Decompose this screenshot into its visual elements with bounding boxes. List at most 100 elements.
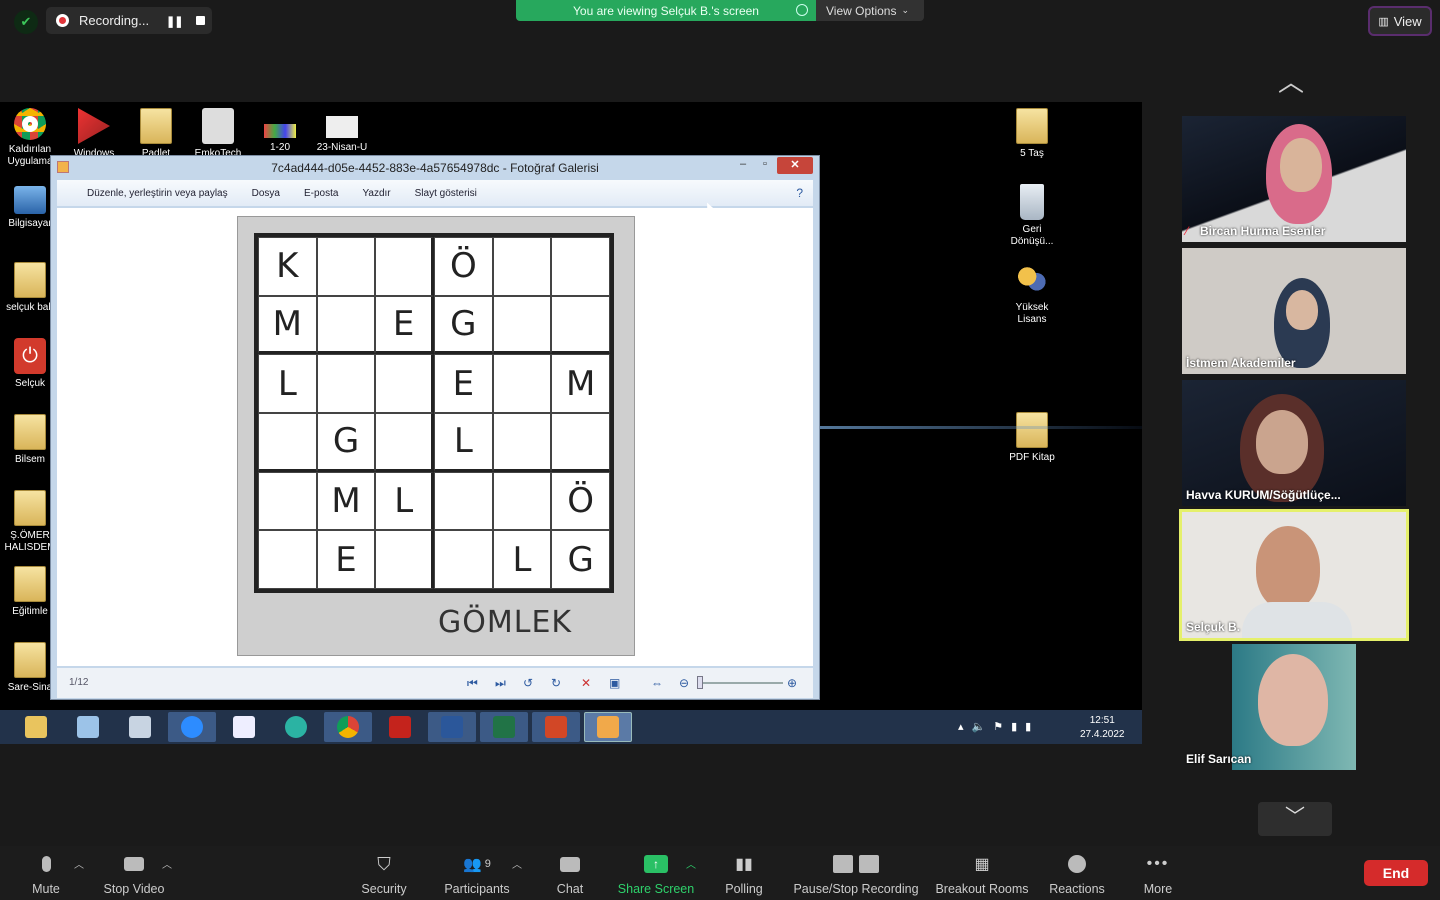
puzzle-cell: M: [551, 354, 610, 413]
folder-icon: [14, 262, 46, 298]
folder-icon: [14, 566, 46, 602]
puzzle-cell: E: [375, 295, 434, 355]
desktop-icon[interactable]: Yüksek Lisans: [1002, 262, 1062, 326]
puzzle-cell: [551, 237, 610, 296]
pause-recording-icon[interactable]: ❚❚: [166, 15, 183, 28]
mute-button[interactable]: Mute: [24, 852, 68, 896]
maximize-button[interactable]: ▫: [757, 158, 773, 174]
participant-name: İstmem Akademiler: [1186, 356, 1296, 370]
windows-media-icon: [78, 108, 110, 144]
breakout-rooms-button[interactable]: ▦ Breakout Rooms: [934, 852, 1030, 896]
menu-slideshow[interactable]: Slayt gösterisi: [415, 188, 477, 199]
taskbar-acrobat[interactable]: [376, 712, 424, 742]
fit-icon[interactable]: ⇔: [651, 676, 663, 690]
participant-tile[interactable]: İstmem Akademiler: [1182, 248, 1406, 374]
desktop-icon[interactable]: Padlet: [126, 108, 186, 160]
slideshow-icon[interactable]: ▣: [609, 676, 620, 690]
taskbar-clock[interactable]: 12:51 27.4.2022: [1080, 714, 1125, 742]
participant-tile-active-speaker[interactable]: Selçuk B.: [1179, 509, 1409, 641]
puzzle-cell: [492, 471, 552, 531]
taskbar-calculator[interactable]: [116, 712, 164, 742]
puzzle-cell: L: [258, 354, 317, 413]
system-tray-icons[interactable]: ▴🔈⚑▮▮: [958, 720, 1039, 733]
help-icon[interactable]: ?: [796, 186, 803, 200]
reactions-button[interactable]: Reactions: [1046, 852, 1108, 896]
folder-icon: [14, 490, 46, 526]
puzzle-cell: G: [434, 295, 493, 355]
zoom-in-icon[interactable]: ⊕: [787, 676, 797, 690]
desktop-icon[interactable]: Geri Dönüşü...: [1002, 184, 1062, 248]
view-button[interactable]: ▥ View: [1368, 6, 1432, 36]
chat-button[interactable]: Chat: [548, 852, 592, 896]
chrome-icon: [14, 108, 46, 140]
chevron-up-icon[interactable]: ︿: [686, 856, 696, 871]
next-icon[interactable]: ⏭: [495, 676, 506, 691]
zoom-out-icon[interactable]: ⊖: [679, 676, 689, 690]
desktop-icon[interactable]: Windows: [64, 108, 124, 160]
zoom-icon: [181, 716, 203, 738]
chevron-up-icon[interactable]: ︿: [512, 856, 522, 871]
menu-organize[interactable]: Düzenle, yerleştirin veya paylaş: [87, 188, 228, 199]
share-screen-button[interactable]: ↑ Share Screen: [616, 852, 696, 896]
chevron-up-icon[interactable]: ︿: [162, 856, 172, 871]
zoom-slider-handle[interactable]: [697, 676, 703, 689]
taskbar-explorer[interactable]: [12, 712, 60, 742]
participant-tile[interactable]: Havva KURUM/Söğütlüçe...: [1182, 380, 1406, 506]
stop-recording-icon[interactable]: [196, 16, 205, 25]
puzzle-cell: Ö: [551, 471, 610, 531]
security-button[interactable]: ⛉ Security: [358, 852, 410, 897]
menu-email[interactable]: E-posta: [304, 188, 338, 199]
more-dots-icon: •••: [1146, 855, 1170, 872]
taskbar-chrome[interactable]: [324, 712, 372, 742]
folder-icon: [1016, 412, 1048, 448]
participant-tile[interactable]: ⁄ Bircan Hurma Esenler: [1182, 116, 1406, 242]
rotate-left-icon[interactable]: ↺: [523, 676, 533, 690]
shield-icon: ⛉: [377, 853, 391, 874]
desktop-icon[interactable]: PDF Kitap: [1002, 412, 1062, 464]
menu-print[interactable]: Yazdır: [362, 188, 390, 199]
minimize-button[interactable]: –: [735, 158, 751, 174]
bar-chart-icon: ▮▮: [735, 856, 753, 873]
end-meeting-button[interactable]: End: [1364, 860, 1428, 886]
desktop-icon[interactable]: 1-20: [250, 108, 310, 154]
taskbar-photo-gallery[interactable]: [584, 712, 632, 742]
puzzle-cell: G: [551, 530, 610, 589]
polling-button[interactable]: ▮▮ Polling: [722, 852, 766, 896]
taskbar-app[interactable]: [272, 712, 320, 742]
desktop-icon[interactable]: EmkoTech: [188, 108, 248, 160]
pause-stop-recording-button[interactable]: Pause/Stop Recording: [790, 852, 922, 896]
puzzle-cell: [316, 237, 376, 296]
participant-face: [1258, 654, 1328, 746]
powerpoint-icon: [545, 716, 567, 738]
desktop-icon[interactable]: 5 Taş: [1002, 108, 1062, 160]
delete-icon[interactable]: ✕: [581, 676, 591, 690]
photo-gallery-window: 7c4ad444-d05e-4452-883e-4a57654978dc - F…: [50, 155, 820, 700]
puzzle-cell: Ö: [434, 237, 493, 296]
chevron-up-icon[interactable]: ︿: [74, 856, 84, 871]
zoom-slider[interactable]: [697, 682, 783, 684]
close-button[interactable]: ✕: [777, 157, 813, 174]
taskbar-news[interactable]: [220, 712, 268, 742]
stop-video-button[interactable]: Stop Video: [100, 852, 168, 896]
shield-icon[interactable]: ✔: [14, 10, 38, 34]
viewing-banner-text: You are viewing Selçuk B.'s screen: [573, 3, 759, 18]
puzzle-cell: [492, 413, 552, 472]
chevron-down-button[interactable]: ﹀: [1258, 802, 1332, 836]
taskbar-powerpoint[interactable]: [532, 712, 580, 742]
rotate-right-icon[interactable]: ↻: [551, 676, 561, 690]
participants-button[interactable]: 👥 9 Participants: [440, 852, 514, 896]
participant-tile[interactable]: Elif Sarıcan: [1182, 644, 1406, 770]
taskbar-excel[interactable]: [480, 712, 528, 742]
puzzle-grid: KÖMEGLEMGLMLÖELG: [254, 233, 614, 593]
menu-file[interactable]: Dosya: [252, 188, 280, 199]
taskbar-network[interactable]: [64, 712, 112, 742]
view-options-button[interactable]: View Options ⌄: [816, 0, 924, 21]
excel-icon: [493, 716, 515, 738]
puzzle-cell: [258, 413, 317, 472]
previous-icon[interactable]: ⏮: [467, 676, 478, 691]
more-button[interactable]: ••• More: [1138, 852, 1178, 896]
desktop-icon[interactable]: 23-Nisan-U: [312, 108, 372, 154]
taskbar-word[interactable]: [428, 712, 476, 742]
taskbar-zoom[interactable]: [168, 712, 216, 742]
chevron-up-icon[interactable]: ︿: [1278, 62, 1304, 99]
